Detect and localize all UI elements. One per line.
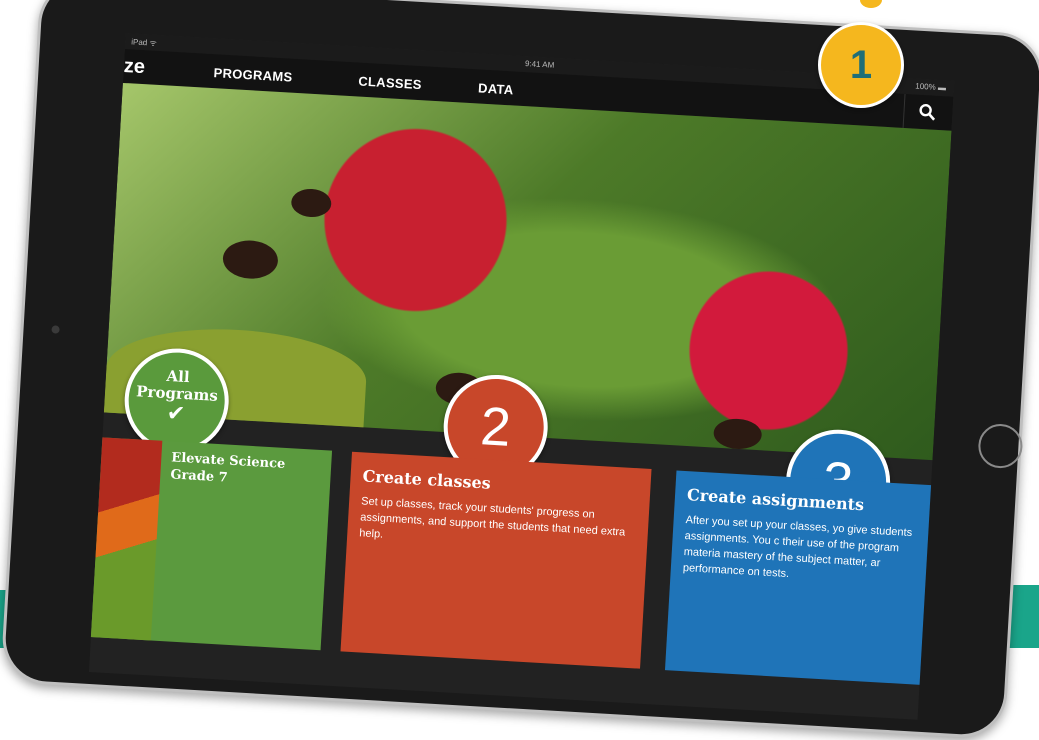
nav-classes[interactable]: CLASSES [358,74,422,93]
nav-programs[interactable]: PROGRAMS [213,65,293,85]
ant-shape [290,187,333,219]
battery-indicator: 100% ▬ [915,81,947,93]
device-label: iPad ᯤ [130,37,158,48]
all-programs-label: All Programs [135,366,219,405]
step-1-callout: 1 [818,22,904,108]
search-button[interactable] [902,93,954,131]
nav-data[interactable]: DATA [478,80,514,97]
ant-shape [712,417,763,451]
screen: iPad ᯤ 9:41 AM 100% ▬ ze PROGRAMS CLASSE… [88,33,955,720]
tablet-device: iPad ᯤ 9:41 AM 100% ▬ ze PROGRAMS CLASSE… [0,0,1039,740]
status-time: 9:41 AM [524,59,555,70]
hero-image: All Programs ✔ 2 3 [103,82,952,537]
home-button[interactable] [977,422,1024,470]
create-assignments-description: After you set up your classes, yo give s… [682,514,913,581]
create-classes-description: Set up classes, track your students' pro… [358,495,626,541]
camera-icon [51,325,60,334]
callout-dot [860,0,882,8]
create-assignments-card[interactable]: Create assignments After you set up your… [664,470,947,686]
app-logo[interactable]: ze [123,55,145,79]
program-title: Elevate Science Grade 7 [169,450,286,486]
create-classes-card[interactable]: Create classes Set up classes, track you… [340,451,652,669]
program-thumbnail [88,436,163,641]
program-card[interactable]: Elevate Science Grade 7 [88,436,333,651]
ant-shape [221,239,279,281]
search-icon [919,103,936,121]
